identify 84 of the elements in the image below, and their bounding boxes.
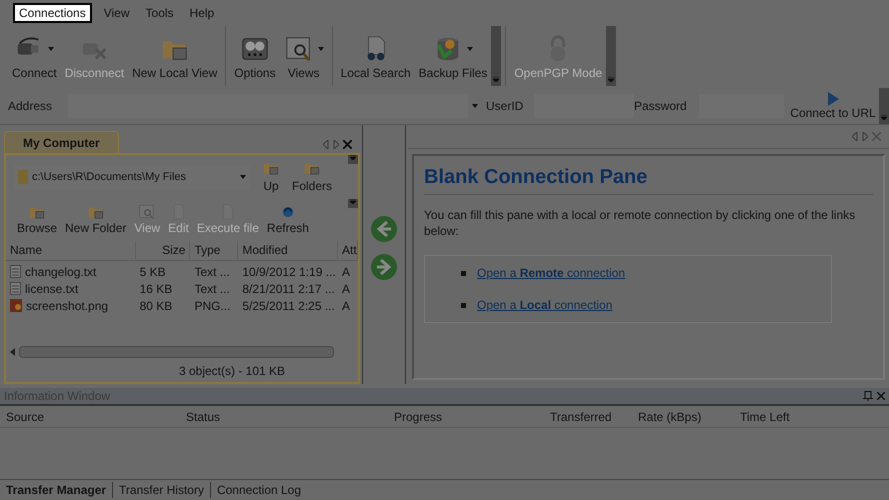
toolbar-button[interactable]: New Local View (128, 26, 222, 86)
table-cell: changelog.txt (6, 263, 136, 280)
caret-icon (472, 104, 478, 108)
table-cell-text: 5/25/2011 2:25 ... (241, 298, 336, 314)
toolbar-overflow[interactable] (879, 88, 889, 124)
column-header[interactable]: Modified (238, 240, 338, 258)
column-header[interactable]: Time Left (734, 408, 814, 426)
toolbar-button[interactable]: Options (230, 26, 280, 86)
close-icon[interactable] (343, 140, 352, 149)
column-header[interactable]: Progress (388, 408, 544, 426)
folders-button[interactable]: Folders (292, 159, 332, 195)
toolbar-button[interactable]: Backup Files (414, 26, 492, 86)
table-cell-text: Text ... (193, 264, 231, 280)
menu-item[interactable]: Connections (13, 3, 92, 23)
image-file-icon (10, 299, 22, 312)
bullet-icon (461, 302, 466, 308)
pane-tab[interactable]: My Computer (4, 131, 119, 153)
table-cell-text: A (341, 298, 352, 314)
table-cell-text: 16 KB (138, 280, 174, 297)
toolbar-button[interactable]: Local Search (336, 26, 415, 86)
column-header[interactable]: Size (136, 240, 190, 258)
column-header[interactable]: Status (180, 408, 388, 426)
bottom-tab[interactable]: Transfer History (112, 482, 210, 498)
toolbar-overflow[interactable] (348, 199, 358, 208)
overflow-arrow-icon (608, 77, 614, 82)
connection-link[interactable]: Open a Remote connection (477, 264, 626, 282)
text-file-icon (10, 282, 21, 295)
magnifier-icon (138, 203, 156, 221)
overflow-arrow-icon (350, 199, 356, 204)
column-header[interactable]: Transferred (544, 408, 632, 426)
userid-label: UserID (485, 98, 524, 115)
menu-item[interactable]: Tools (142, 5, 178, 21)
table-cell-text: 5 KB (138, 264, 167, 280)
table-cell-text: PNG... (193, 298, 232, 314)
close-icon[interactable] (872, 132, 881, 141)
action-button[interactable]: Browse (14, 203, 60, 235)
menu-item[interactable]: View (100, 5, 134, 21)
toolbar-overflow[interactable] (348, 155, 358, 164)
close-icon[interactable] (877, 392, 885, 400)
table-cell-text: A (341, 280, 352, 297)
column-header[interactable]: Type (190, 240, 238, 258)
connection-link[interactable]: Open a Local connection (477, 296, 612, 314)
pane-heading: Blank Connection Pane (424, 162, 873, 195)
column-header[interactable]: Source (0, 408, 180, 426)
action-button[interactable]: New Folder (62, 203, 130, 235)
pane-description: You can fill this pane with a local or remote connection by clicking one of the links below: (424, 207, 856, 239)
scroll-left-icon[interactable] (10, 348, 15, 356)
scroll-right-icon[interactable] (862, 132, 868, 141)
play-icon (827, 92, 839, 106)
table-cell-text: A (341, 264, 352, 280)
overflow-arrow-icon (881, 115, 887, 120)
bullet-icon (461, 270, 466, 276)
table-cell-text: 8/21/2011 2:17 ... (241, 280, 336, 297)
bottom-tab[interactable]: Transfer Manager (0, 482, 112, 498)
arrow-left-icon[interactable] (370, 215, 398, 243)
action-button[interactable]: Refresh (264, 203, 312, 235)
bottom-tab[interactable]: Connection Log (210, 482, 308, 498)
overflow-arrow-icon (350, 155, 356, 160)
toolbar-overflow[interactable] (491, 26, 502, 86)
password-label: Password (634, 98, 688, 115)
table-cell-text: Text ... (193, 280, 231, 297)
table-cell-text: 80 KB (138, 298, 174, 314)
menu-item[interactable]: Help (186, 5, 218, 21)
up-button[interactable]: Up (262, 159, 280, 195)
scroll-right-icon[interactable] (333, 140, 339, 149)
text-file-icon (10, 265, 21, 278)
toolbar-button[interactable]: Connect (8, 26, 61, 86)
table-cell: screenshot.png (6, 297, 136, 314)
scroll-left-icon[interactable] (323, 140, 329, 149)
overflow-arrow-icon (493, 77, 500, 82)
connect-to-url-button[interactable]: Connect to URL (787, 92, 879, 120)
address-label: Address (8, 98, 54, 115)
pin-icon[interactable] (863, 391, 873, 401)
status-text: 3 object(s) - 101 KB (178, 363, 286, 380)
table-cell: license.txt (6, 280, 136, 297)
table-cell-text: 10/9/2012 1:19 ... (241, 264, 337, 280)
caret-icon (240, 175, 246, 179)
arrow-right-icon[interactable] (370, 253, 398, 281)
column-header[interactable]: Name (6, 240, 136, 258)
toolbar-overflow[interactable] (606, 26, 616, 86)
scroll-left-icon[interactable] (852, 132, 858, 141)
column-header[interactable]: Rate (kBps) (632, 408, 734, 426)
column-header[interactable]: Att (338, 240, 358, 258)
toolbar-button[interactable]: Views (280, 26, 328, 86)
